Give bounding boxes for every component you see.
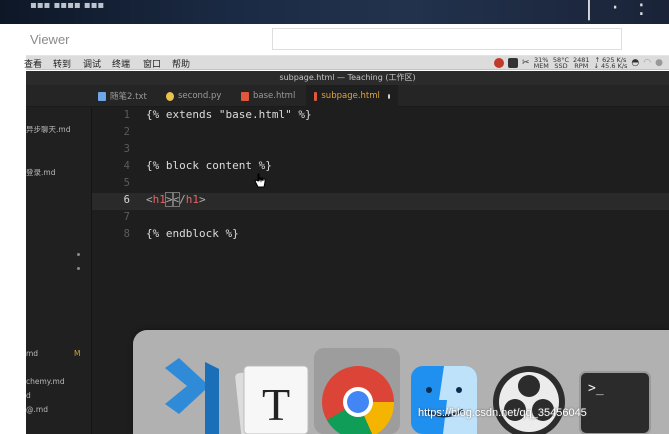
finder-icon[interactable]: [403, 352, 485, 434]
modified-badge: M: [74, 349, 81, 358]
file-item[interactable]: @.md: [26, 405, 48, 414]
mac-dock: T >_: [133, 330, 669, 434]
menu-go[interactable]: 转到: [53, 57, 71, 70]
tag-slash: /: [179, 193, 186, 206]
left-margin: [0, 24, 26, 434]
chrome-icon[interactable]: [317, 352, 399, 434]
screenshot: ▪▪▪ ▪▪▪▪ ▪▪▪ | · : Viewer 查看 转到 调试 终端 窗口…: [0, 0, 669, 434]
tag-bracket: <: [146, 193, 153, 206]
file-item[interactable]: chemy.md: [26, 377, 65, 386]
tag-name: h1: [185, 193, 199, 206]
line-number: 7: [123, 211, 130, 223]
code-line: {% block content %}: [146, 159, 272, 172]
line-number: 5: [123, 177, 130, 189]
editor-tab-bar: 随笔2.txt second.py base.html subpage.html: [26, 85, 669, 107]
unsaved-dot-icon: [387, 93, 390, 99]
menu-debug[interactable]: 调试: [83, 57, 101, 70]
watermark: https://blog.csdn.net/qq_35456045: [418, 407, 587, 419]
text-file-icon: [98, 91, 106, 101]
menu-terminal[interactable]: 终端: [112, 57, 130, 70]
line-number: 3: [123, 143, 130, 155]
menu-view[interactable]: 查看: [24, 57, 42, 70]
tab-subpage-html[interactable]: subpage.html: [306, 85, 398, 107]
hat-icon[interactable]: ◓: [631, 58, 639, 68]
scissors-icon[interactable]: ✂: [522, 58, 530, 68]
file-item[interactable]: 登录.md: [26, 167, 55, 178]
line-number: 8: [123, 228, 130, 240]
explorer-sidebar: 异步聊天.md 登录.md md M chemy.md d @.md: [26, 107, 92, 434]
viewer-title: Viewer: [30, 32, 70, 47]
status-menu-extras: ✂ 31% MEM 58°C SSD 2481 RPM ↑ 625 K/s ↓ 45.6…: [494, 56, 669, 70]
typora-icon[interactable]: T: [232, 352, 314, 434]
code-line: {% extends "base.html" %}: [146, 108, 312, 121]
code-line: {% endblock %}: [146, 227, 239, 240]
tag-name: h1: [152, 193, 166, 206]
wifi-icon[interactable]: ◠: [643, 58, 651, 68]
menu-window[interactable]: 窗口: [143, 57, 161, 70]
dot-indicator: [77, 253, 80, 256]
svg-text:T: T: [262, 379, 290, 430]
tab-suibi2[interactable]: 随笔2.txt: [90, 85, 155, 107]
blurred-text: | · :: [585, 0, 651, 21]
tab-second-py[interactable]: second.py: [158, 85, 229, 107]
tab-label: subpage.html: [321, 91, 380, 101]
mac-menubar: 查看 转到 调试 终端 窗口 帮助 ✂ 31% MEM 58°C SSD 2481 R…: [24, 56, 669, 70]
line-number: 6: [123, 194, 130, 206]
temperature-readout: 58°C SSD: [552, 56, 569, 70]
background-photo-strip: ▪▪▪ ▪▪▪▪ ▪▪▪ | · :: [0, 0, 669, 24]
control-icon[interactable]: ●: [655, 58, 663, 68]
viewer-title-bar: Viewer: [26, 24, 669, 56]
file-item[interactable]: md: [26, 349, 38, 358]
python-icon: [166, 91, 174, 101]
line-number: 4: [123, 160, 130, 172]
code-line: <h1></h1>: [146, 192, 206, 207]
fan-readout: 2481 RPM: [572, 56, 590, 70]
line-number: 2: [123, 126, 130, 138]
app-status-icon[interactable]: [494, 58, 505, 68]
file-item[interactable]: 异步聊天.md: [26, 124, 70, 135]
hand-cursor-icon: [254, 173, 266, 188]
obs-icon[interactable]: [488, 352, 570, 434]
line-number: 1: [123, 109, 130, 121]
cpu-readout: 31% MEM: [533, 56, 549, 70]
tab-label: second.py: [178, 91, 222, 101]
dot-indicator: [77, 267, 80, 270]
svg-text:>_: >_: [588, 381, 604, 396]
tab-label: base.html: [253, 91, 296, 101]
blurred-text: ▪▪▪ ▪▪▪▪ ▪▪▪: [30, 0, 105, 11]
viewer-input-field[interactable]: [272, 28, 622, 50]
html-icon: [241, 91, 249, 101]
editor-window-title: subpage.html — Teaching (工作区): [26, 71, 669, 85]
file-item[interactable]: d: [26, 391, 31, 400]
terminal-icon[interactable]: >_: [574, 352, 656, 434]
vscode-icon[interactable]: [147, 352, 229, 434]
html-icon: [314, 91, 318, 101]
tab-base-html[interactable]: base.html: [233, 85, 303, 107]
tag-bracket: >: [164, 192, 174, 207]
tab-label: 随笔2.txt: [110, 92, 147, 102]
network-readout: ↑ 625 K/s ↓ 45.6 K/s: [593, 56, 628, 70]
tag-bracket: >: [199, 193, 206, 206]
menu-help[interactable]: 帮助: [172, 57, 190, 70]
app-status-icon[interactable]: [508, 58, 519, 68]
